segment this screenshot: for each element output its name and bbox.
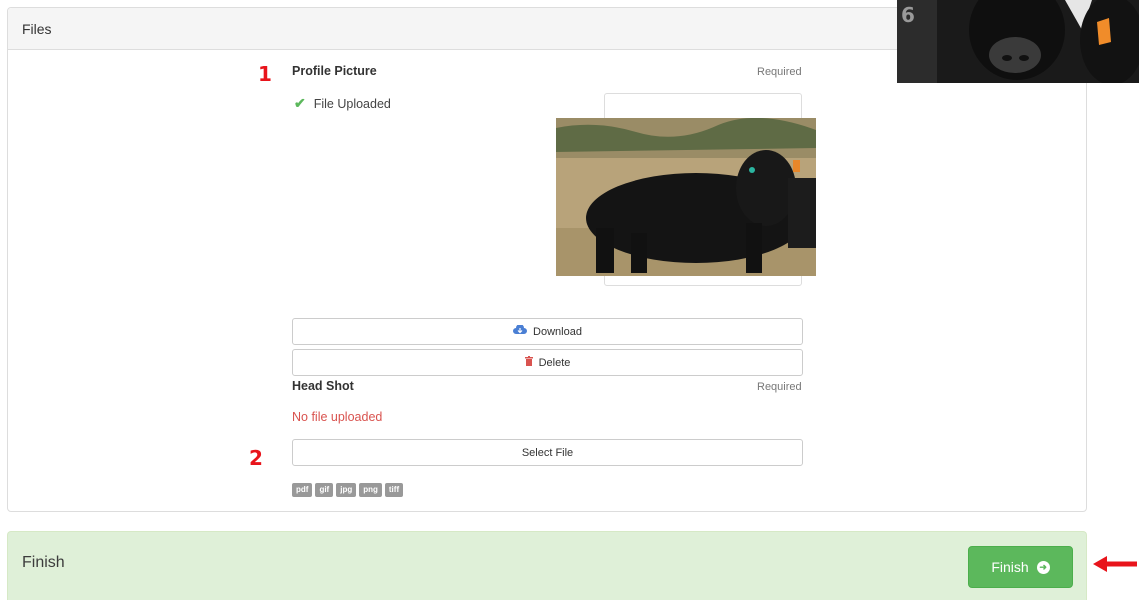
file-uploaded-text: File Uploaded [313, 96, 391, 111]
trash-icon [524, 356, 533, 369]
cloud-download-icon [513, 324, 528, 338]
annotation-marker-1: 1 [258, 62, 272, 86]
select-file-label: Select File [521, 446, 574, 459]
svg-text:6: 6 [901, 3, 915, 27]
check-icon: ✔ [294, 95, 306, 111]
annotation-marker-2: 2 [249, 446, 263, 470]
profile-picture-label: Profile Picture [292, 64, 377, 78]
red-left-arrow-icon [1093, 556, 1137, 577]
profile-picture-image [556, 118, 816, 276]
file-type-badge: gif [315, 483, 334, 497]
finish-panel: Finish Finish ➜ [7, 531, 1087, 600]
files-panel-title: Files [22, 20, 52, 37]
circle-arrow-right-icon: ➜ [1036, 560, 1050, 574]
profile-picture-required: Required [757, 66, 802, 78]
head-shot-label: Head Shot [292, 379, 354, 393]
corner-cattle-photo: 6 [897, 0, 1139, 83]
file-type-badge: tiff [384, 483, 404, 497]
delete-label: Delete [538, 356, 571, 369]
delete-button[interactable]: Delete [292, 349, 803, 376]
head-shot-required: Required [757, 381, 802, 393]
finish-panel-title: Finish [22, 554, 65, 571]
file-uploaded-status: ✔ File Uploaded [294, 95, 391, 112]
finish-button-label: Finish [991, 559, 1029, 575]
finish-button[interactable]: Finish ➜ [968, 546, 1073, 588]
file-type-badge: pdf [292, 483, 313, 497]
select-file-button[interactable]: Select File [292, 439, 803, 466]
file-type-badge: jpg [336, 483, 357, 497]
allowed-file-types: pdf gif jpg png tiff [292, 483, 404, 497]
download-button[interactable]: Download [292, 318, 803, 345]
download-label: Download [533, 325, 582, 338]
no-file-status: No file uploaded [292, 410, 383, 424]
file-type-badge: png [359, 483, 382, 497]
